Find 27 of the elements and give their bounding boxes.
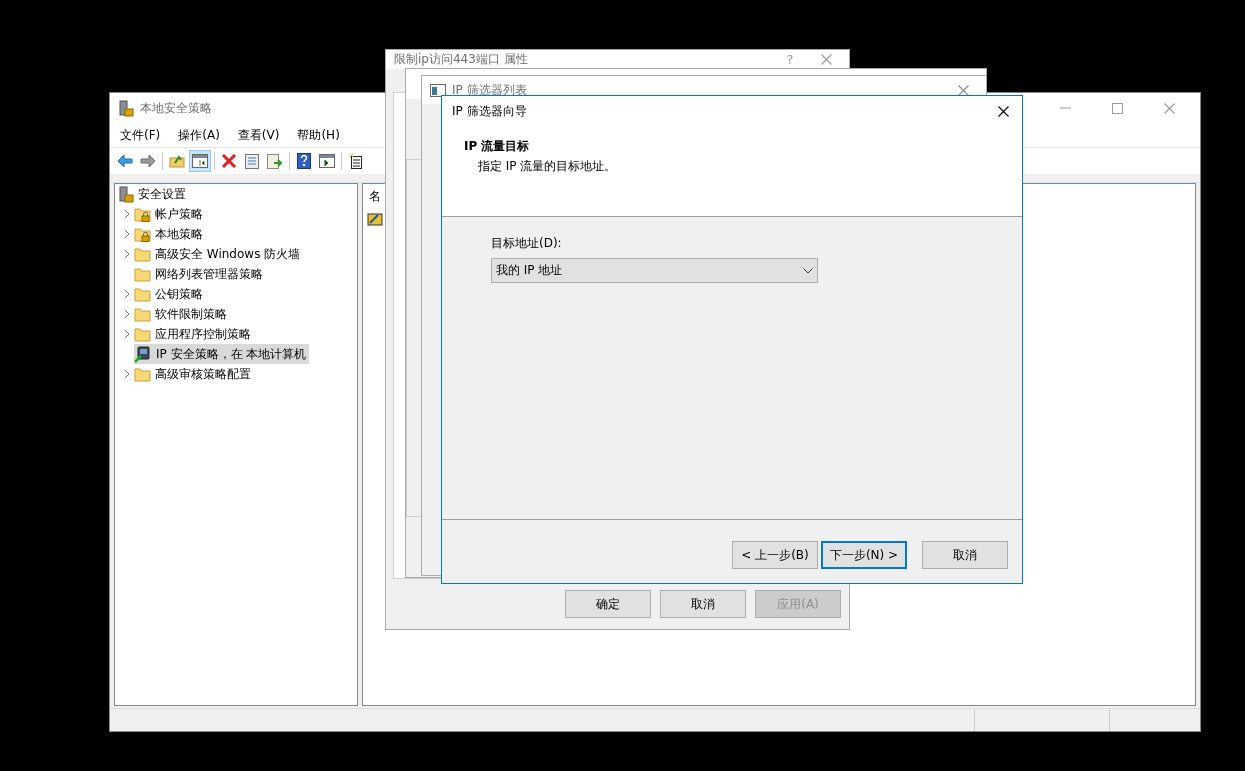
wizard-button[interactable]: 取消 (922, 541, 1008, 569)
dialog-title: 限制ip访问443端口 属性 (394, 51, 528, 68)
menu-item[interactable]: 操作(A) (172, 126, 226, 144)
dialog-button[interactable]: 取消 (660, 590, 746, 618)
wizard-button[interactable]: 下一步(N) > (821, 541, 907, 569)
menu-item[interactable]: 查看(V) (231, 126, 286, 144)
window-title: 本地安全策略 (140, 99, 212, 117)
address-dropdown[interactable]: 我的 IP 地址 (491, 258, 818, 283)
dialog-button[interactable]: 确定 (565, 590, 651, 618)
menu-item[interactable]: 帮助(H) (291, 126, 346, 144)
tree-item[interactable]: 安全设置 (138, 185, 186, 203)
step-heading: IP 流量目标 (464, 138, 530, 155)
tree-item[interactable]: 公钥策略 (155, 285, 203, 303)
column-header[interactable]: 名 (369, 187, 381, 205)
tree-item[interactable]: 高级安全 Windows 防火墙 (155, 245, 301, 263)
tree-item[interactable]: 应用程序控制策略 (155, 325, 251, 343)
dialog-title: IP 筛选器向导 (452, 102, 527, 120)
tree-item[interactable]: 网络列表管理器策略 (155, 265, 263, 283)
tree-item[interactable]: 帐户策略 (155, 205, 203, 223)
wizard-button[interactable]: < 上一步(B) (732, 541, 818, 569)
field-label: 目标地址(D): (491, 235, 562, 252)
tree-item[interactable]: 高级审核策略配置 (155, 365, 251, 383)
tree-item[interactable]: 软件限制策略 (155, 305, 227, 323)
tree-item[interactable]: 本地策略 (155, 225, 203, 243)
menu-item[interactable]: 文件(F) (114, 126, 167, 144)
dialog-title: IP 筛选器列表 (452, 81, 527, 99)
step-description: 指定 IP 流量的目标地址。 (477, 158, 617, 175)
